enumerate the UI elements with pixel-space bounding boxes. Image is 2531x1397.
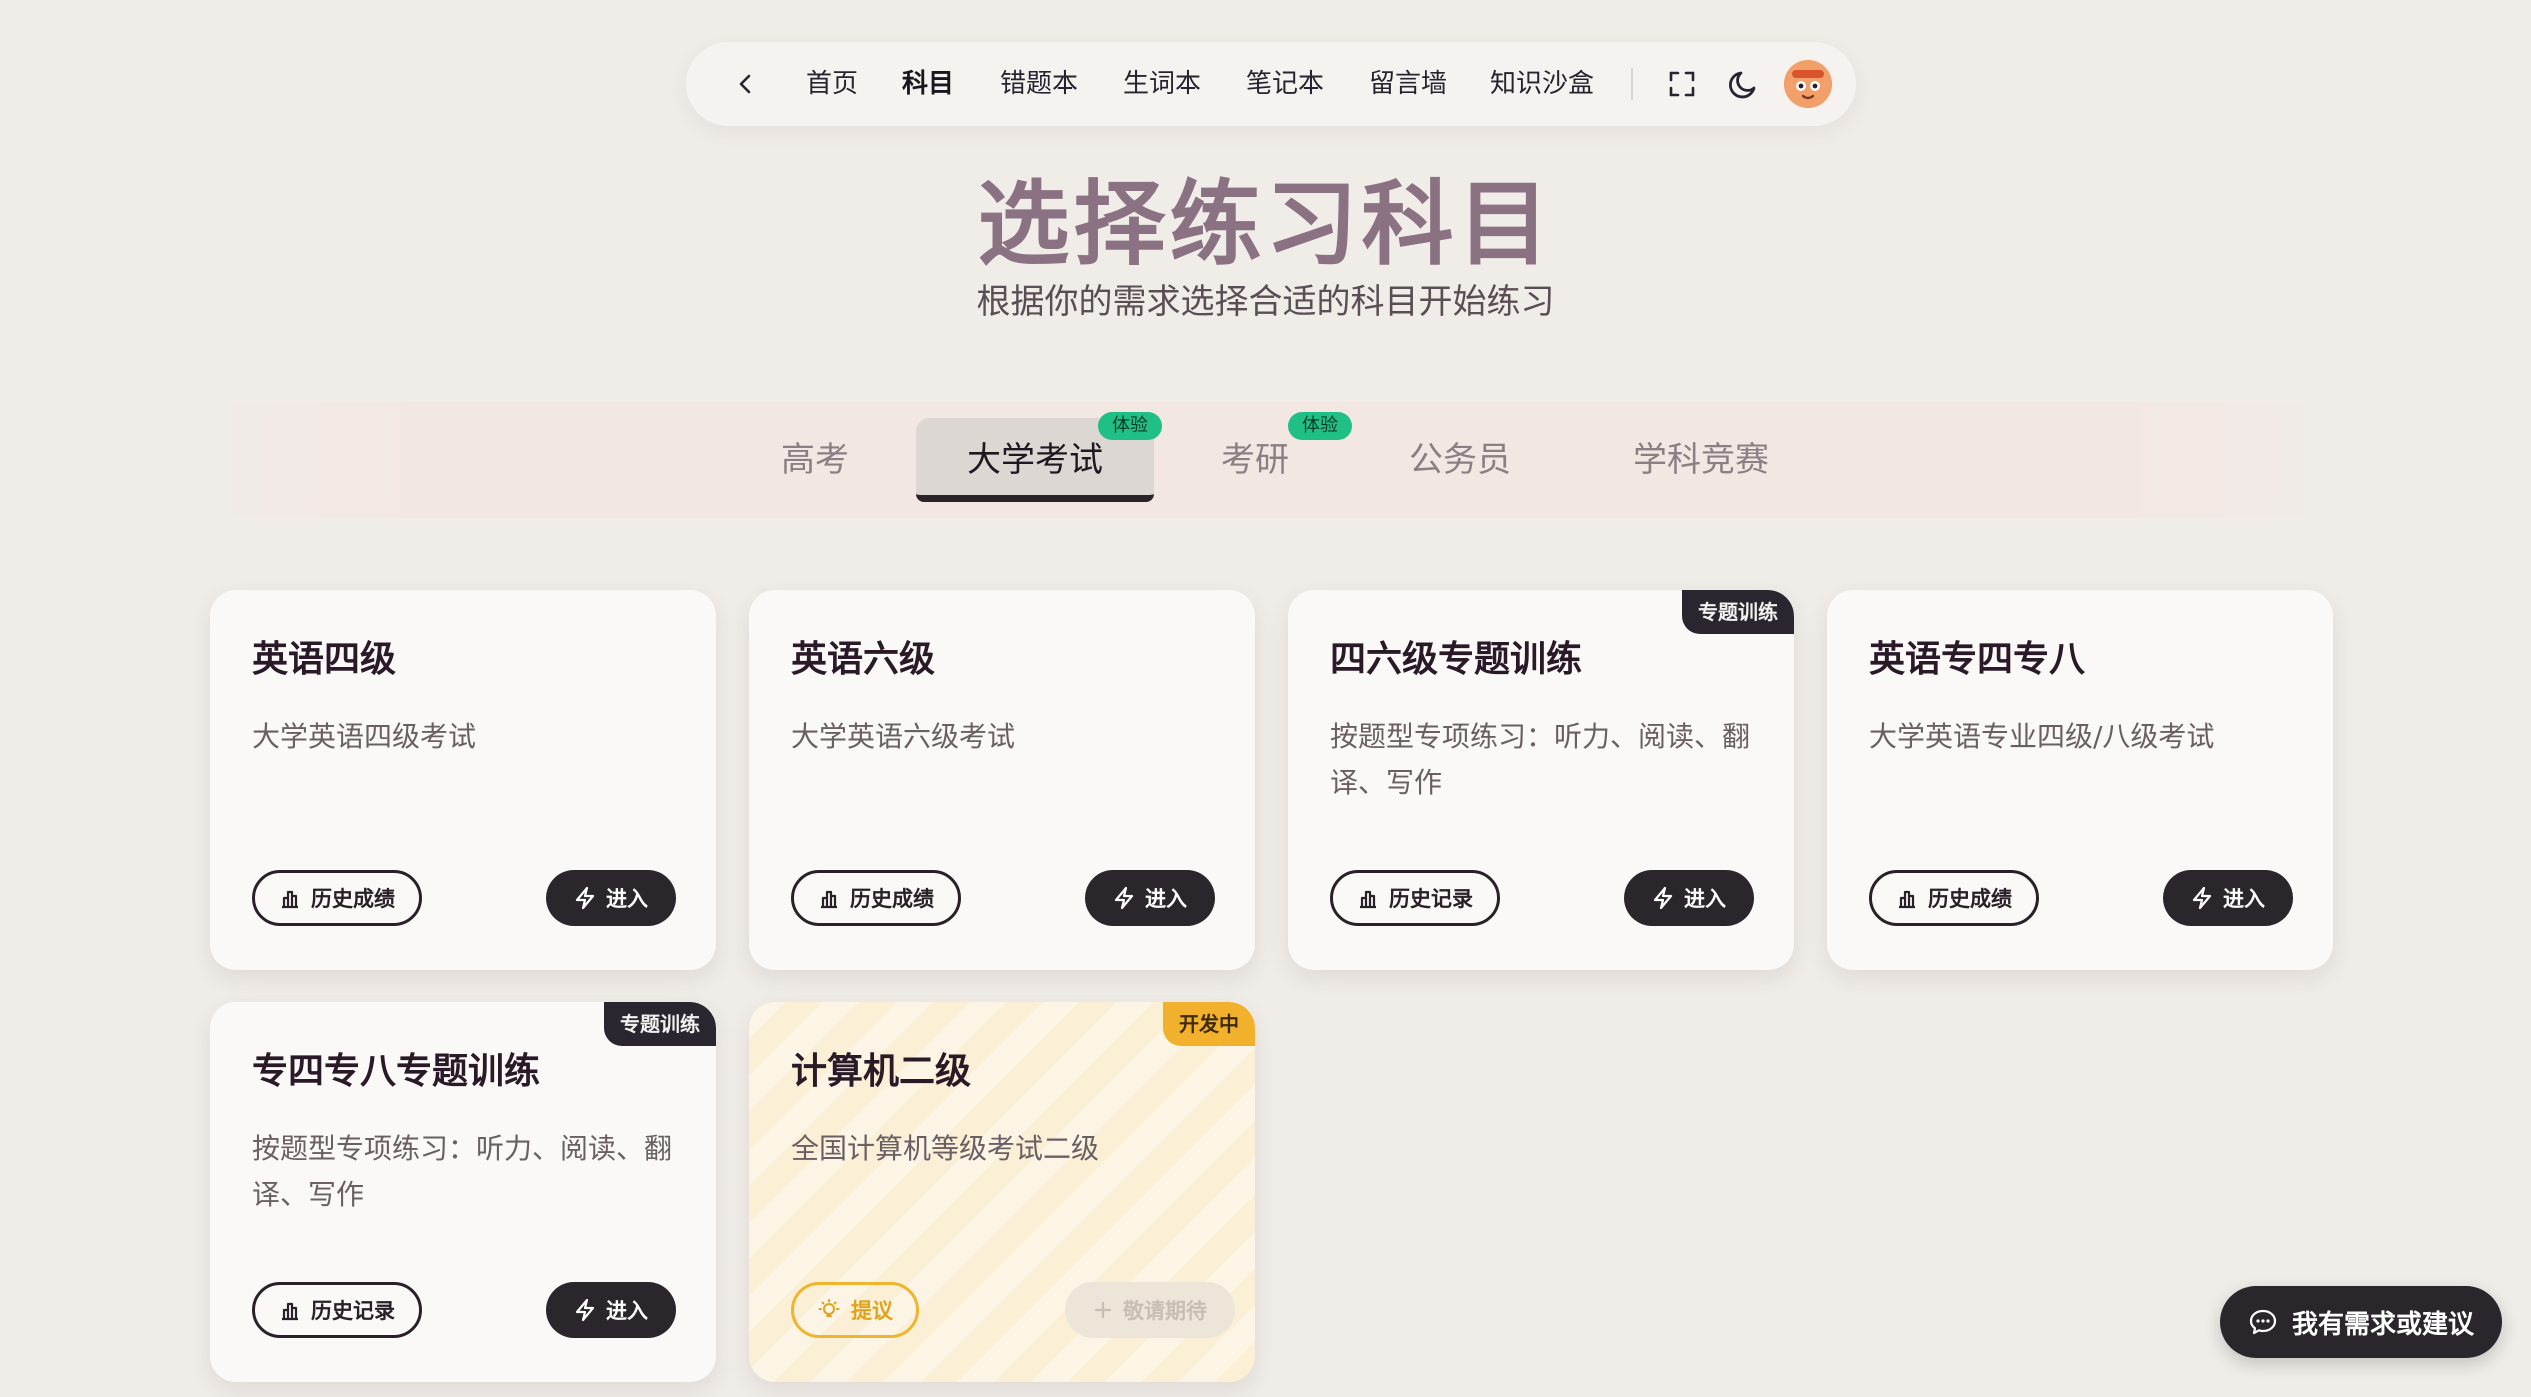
subject-card-cet4: 英语四级 大学英语四级考试 历史成绩 进入 — [210, 590, 716, 970]
card-title: 英语专四专八 — [1869, 639, 2086, 680]
bar-chart-icon — [282, 890, 298, 909]
page-subtitle: 根据你的需求选择合适的科目开始练习 — [976, 282, 1555, 322]
card-tag-in-development: 开发中 — [1163, 1002, 1255, 1046]
enter-button-label: 进入 — [606, 887, 648, 911]
enter-button[interactable]: 进入 — [1085, 870, 1215, 926]
nav-item-subjects[interactable]: 科目 — [902, 62, 954, 106]
nav-divider — [1631, 68, 1633, 100]
page-title: 选择练习科目 — [977, 171, 1554, 278]
chevron-left-icon — [739, 74, 751, 94]
card-title: 计算机二级 — [791, 1051, 972, 1092]
bar-chart-icon — [821, 890, 837, 909]
nav-item-home[interactable]: 首页 — [806, 62, 858, 106]
history-button-label: 历史成绩 — [311, 887, 395, 911]
card-tag: 专题训练 — [1682, 590, 1794, 634]
history-scores-button[interactable]: 历史成绩 — [1869, 870, 2039, 926]
card-description: 大学英语六级考试 — [791, 720, 1016, 753]
tab-competitions[interactable]: 学科竞赛 — [1616, 418, 1786, 502]
enter-button-label: 进入 — [1145, 887, 1187, 911]
top-navigation: 首页 科目 错题本 生词本 笔记本 留言墙 知识沙盒 — [686, 42, 1856, 126]
history-button-label: 历史记录 — [1389, 887, 1473, 911]
lightbulb-icon — [818, 1299, 840, 1317]
bar-chart-icon — [1360, 890, 1376, 909]
history-scores-button[interactable]: 历史成绩 — [252, 870, 422, 926]
coming-soon-button: 敬请期待 — [1065, 1282, 1235, 1338]
back-button[interactable] — [726, 64, 766, 104]
tab-badge-trial: 体验 — [1288, 412, 1352, 440]
tab-civil-service[interactable]: 公务员 — [1390, 418, 1530, 502]
enter-button[interactable]: 进入 — [2163, 870, 2293, 926]
lightning-icon — [575, 1298, 595, 1322]
enter-button-label: 进入 — [606, 1299, 648, 1323]
avatar[interactable] — [1784, 60, 1832, 108]
feedback-button[interactable]: 我有需求或建议 — [2220, 1286, 2502, 1358]
card-description: 按题型专项练习：听力、阅读、翻译、写作 — [1330, 720, 1751, 799]
lightning-icon — [575, 886, 595, 910]
fullscreen-button[interactable] — [1662, 64, 1702, 104]
bar-chart-icon — [282, 1302, 298, 1321]
nav-item-vocabulary[interactable]: 生词本 — [1123, 62, 1201, 106]
subject-card-cet-topic-training: 专题训练 四六级专题训练 按题型专项练习：听力、阅读、翻译、写作 历史记录 进入 — [1288, 590, 1794, 970]
enter-button[interactable]: 进入 — [546, 870, 676, 926]
enter-button-label: 进入 — [1684, 887, 1726, 911]
history-records-button[interactable]: 历史记录 — [1330, 870, 1500, 926]
subject-card-tem4-tem8: 英语专四专八 大学英语专业四级/八级考试 历史成绩 进入 — [1827, 590, 2333, 970]
nav-item-knowledge-sandbox[interactable]: 知识沙盒 — [1490, 62, 1594, 106]
lightning-icon — [2192, 886, 2212, 910]
nav-item-mistakes[interactable]: 错题本 — [1000, 62, 1078, 106]
card-description: 按题型专项练习：听力、阅读、翻译、写作 — [252, 1132, 673, 1211]
lightning-icon — [1653, 886, 1673, 910]
theme-toggle-button[interactable] — [1724, 64, 1764, 104]
nav-item-message-wall[interactable]: 留言墙 — [1369, 62, 1447, 106]
coming-soon-label: 敬请期待 — [1123, 1299, 1207, 1323]
tab-gaokao[interactable]: 高考 — [760, 418, 870, 502]
fullscreen-icon — [1669, 71, 1695, 97]
card-title: 英语四级 — [252, 639, 397, 680]
card-description: 大学英语四级考试 — [252, 720, 477, 753]
history-records-button[interactable]: 历史记录 — [252, 1282, 422, 1338]
lightning-icon — [1114, 886, 1134, 910]
enter-button[interactable]: 进入 — [1624, 870, 1754, 926]
history-button-label: 历史成绩 — [850, 887, 934, 911]
history-button-label: 历史成绩 — [1928, 887, 2012, 911]
subject-card-computer-level2: 开发中 计算机二级 全国计算机等级考试二级 提议 敬请期待 — [749, 1002, 1255, 1382]
card-title: 专四专八专题训练 — [252, 1051, 541, 1092]
card-description: 全国计算机等级考试二级 — [791, 1132, 1100, 1165]
card-description: 大学英语专业四级/八级考试 — [1869, 720, 2215, 753]
subject-card-cet6: 英语六级 大学英语六级考试 历史成绩 进入 — [749, 590, 1255, 970]
card-tag: 专题训练 — [604, 1002, 716, 1046]
enter-button[interactable]: 进入 — [546, 1282, 676, 1338]
history-scores-button[interactable]: 历史成绩 — [791, 870, 961, 926]
card-title: 四六级专题训练 — [1330, 639, 1583, 680]
feedback-button-label: 我有需求或建议 — [2291, 1309, 2474, 1340]
bar-chart-icon — [1899, 890, 1915, 909]
card-title: 英语六级 — [791, 639, 936, 680]
subject-card-tem-topic-training: 专题训练 专四专八专题训练 按题型专项练习：听力、阅读、翻译、写作 历史记录 进… — [210, 1002, 716, 1382]
suggest-button[interactable]: 提议 — [791, 1282, 919, 1338]
enter-button-label: 进入 — [2223, 887, 2265, 911]
nav-item-notebook[interactable]: 笔记本 — [1246, 62, 1324, 106]
plus-icon — [1094, 1301, 1112, 1319]
suggest-button-label: 提议 — [851, 1299, 893, 1323]
history-button-label: 历史记录 — [311, 1299, 395, 1323]
avatar-face-icon — [1784, 60, 1832, 108]
chat-bubble-icon — [2249, 1309, 2277, 1335]
moon-icon — [1729, 71, 1756, 99]
tab-badge-trial: 体验 — [1098, 412, 1162, 440]
